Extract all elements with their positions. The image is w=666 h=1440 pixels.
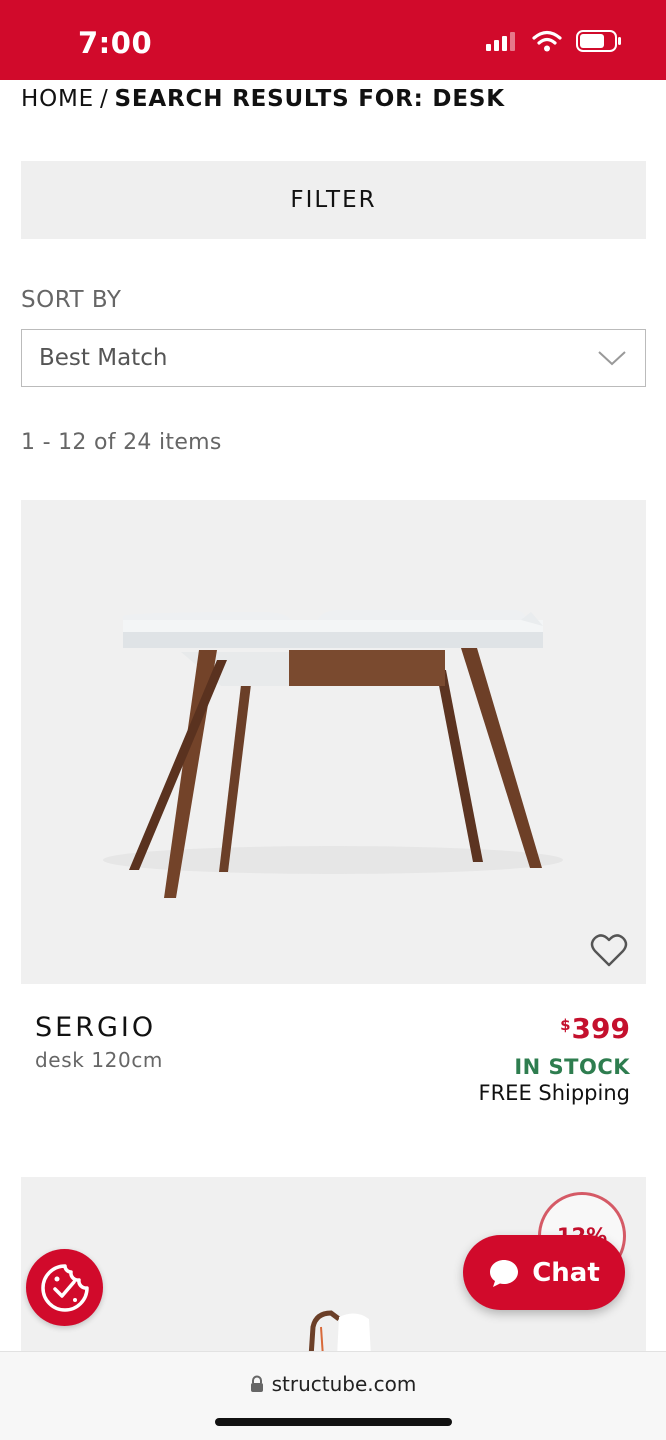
signal-icon	[486, 32, 515, 51]
cookie-icon	[40, 1263, 89, 1312]
results-count: 1 - 12 of 24 items	[21, 430, 222, 455]
breadcrumb-home-link[interactable]: HOME	[21, 86, 94, 112]
product-image[interactable]	[21, 500, 646, 984]
wifi-icon	[532, 30, 562, 52]
url-row: structube.com	[0, 1372, 666, 1396]
sort-label: SORT BY	[21, 287, 122, 313]
url-text: structube.com	[271, 1372, 417, 1396]
status-bar: 7:00	[0, 0, 666, 80]
status-time: 7:00	[78, 26, 153, 60]
chat-bubble-icon	[490, 1259, 519, 1287]
price-currency: $	[560, 1016, 571, 1034]
home-indicator[interactable]	[215, 1418, 452, 1426]
browser-url-bar[interactable]: structube.com	[0, 1351, 666, 1440]
chat-button[interactable]: Chat	[463, 1235, 625, 1310]
cookie-consent-button[interactable]	[26, 1249, 103, 1326]
filter-button[interactable]: FILTER	[21, 161, 646, 239]
product-description: desk 120cm	[35, 1048, 164, 1072]
heart-icon[interactable]	[590, 932, 628, 968]
lock-icon	[250, 1375, 263, 1392]
price-amount: 399	[571, 1012, 630, 1045]
desk-illustration	[103, 610, 563, 898]
battery-icon	[576, 30, 621, 52]
breadcrumb-current: SEARCH RESULTS FOR: DESK	[114, 86, 505, 112]
stock-status: IN STOCK	[514, 1055, 630, 1079]
breadcrumb-separator: /	[99, 86, 109, 112]
product-name[interactable]: SERGIO	[35, 1012, 156, 1043]
chat-label: Chat	[532, 1257, 600, 1288]
status-icons	[486, 30, 622, 52]
sort-selected-value: Best Match	[39, 345, 168, 371]
shipping-info: FREE Shipping	[478, 1081, 631, 1105]
breadcrumb: HOME / SEARCH RESULTS FOR: DESK	[21, 86, 505, 112]
sort-select[interactable]: Best Match	[21, 329, 646, 387]
chevron-down-icon	[598, 351, 626, 366]
product-price: $ 399	[560, 1012, 630, 1045]
